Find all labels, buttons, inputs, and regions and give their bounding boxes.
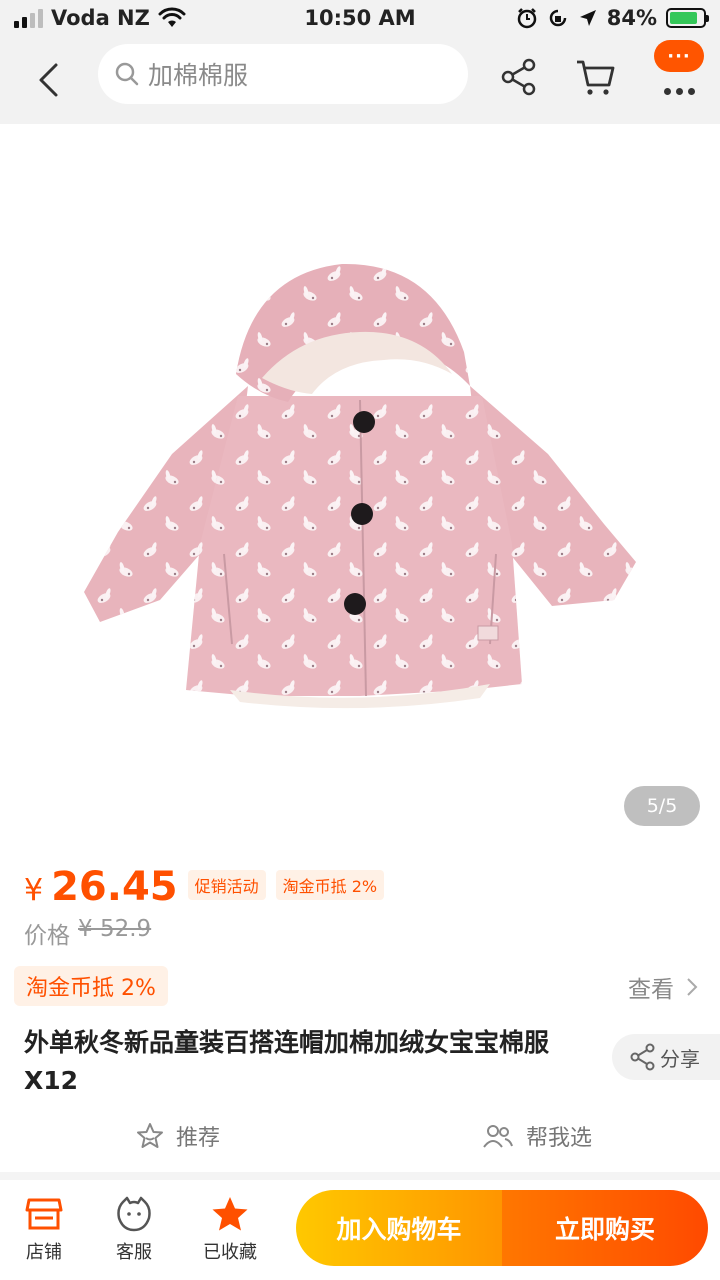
help-choose-button[interactable]: 帮我选 (482, 1120, 592, 1152)
share-label: 分享 (660, 1046, 700, 1071)
battery-icon (666, 8, 709, 28)
more-dot-icon (663, 87, 671, 95)
favorite-button[interactable]: 已收藏 (190, 1194, 270, 1264)
search-icon (115, 62, 139, 86)
cart-icon (577, 60, 615, 95)
share-product-button[interactable]: 分享 (612, 1034, 720, 1080)
cart-button[interactable] (570, 52, 620, 102)
help-choose-label: 帮我选 (526, 1126, 593, 1151)
customer-service-button[interactable]: 客服 (94, 1194, 174, 1264)
star-filled-icon (212, 1197, 248, 1231)
view-link[interactable]: 查看 (628, 970, 698, 1004)
product-image-gallery[interactable]: 5/5 (0, 124, 720, 844)
bottom-action-bar: 店铺 客服 已收藏 加入购物车 立即购买 (0, 1180, 720, 1280)
top-nav: 加棉棉服 ··· (0, 38, 720, 124)
recommend-label: 推荐 (176, 1126, 221, 1151)
share-button[interactable] (494, 52, 544, 102)
recommend-star-icon (137, 1123, 163, 1148)
recommend-button[interactable]: 推荐 (136, 1120, 220, 1152)
coin-discount-row[interactable]: 淘金币抵 2% 查看 (0, 962, 720, 1010)
coin-discount-badge: 淘金币抵 2% (14, 966, 168, 1006)
status-right: 84% (516, 6, 709, 30)
chevron-left-icon (39, 63, 58, 97)
search-query: 加棉棉服 (148, 61, 249, 90)
share-icon (630, 1043, 655, 1071)
original-price-row: 价格 ¥ 52.9 (24, 916, 151, 950)
buy-now-button[interactable]: 立即购买 (502, 1190, 708, 1266)
shop-icon (25, 1198, 63, 1230)
action-row: 推荐 帮我选 (0, 1112, 720, 1162)
add-to-cart-button[interactable]: 加入购物车 (296, 1190, 502, 1266)
back-button[interactable] (26, 56, 70, 104)
product-title: 外单秋冬新品童装百搭连帽加棉加绒女宝宝棉服 X12 (24, 1028, 550, 1095)
favorite-label: 已收藏 (203, 1242, 257, 1263)
alarm-icon (517, 8, 536, 29)
section-divider (0, 1172, 720, 1180)
share-icon (501, 58, 536, 96)
rotation-lock-icon (549, 9, 566, 27)
original-price-label: 价格 (24, 923, 70, 949)
promo-tag: 促销活动 (187, 870, 266, 900)
more-menu-button[interactable] (654, 76, 704, 106)
customer-service-label: 客服 (116, 1242, 152, 1263)
location-icon (579, 10, 596, 26)
more-dot-icon (687, 87, 695, 95)
search-input[interactable]: 加棉棉服 (98, 44, 468, 104)
people-icon (483, 1125, 513, 1148)
coin-discount-tag: 淘金币抵 2% (275, 870, 385, 900)
customer-service-icon (117, 1196, 151, 1232)
product-jacket-image (84, 263, 636, 709)
chevron-right-icon (687, 978, 698, 996)
shop-label: 店铺 (26, 1242, 62, 1263)
shop-button[interactable]: 店铺 (4, 1194, 84, 1264)
notification-badge: ··· (654, 40, 704, 72)
battery-percent: 84% (606, 6, 657, 30)
currency-symbol: ¥ (24, 873, 44, 908)
image-counter: 5/5 (624, 786, 700, 826)
more-dot-icon (675, 87, 683, 95)
status-bar: Voda NZ 10:50 AM 84% (0, 0, 720, 38)
view-label: 查看 (628, 977, 674, 1003)
original-price: ¥ 52.9 (78, 916, 152, 942)
current-price: 26.45 (51, 864, 178, 910)
price-row: ¥ 26.45 促销活动 淘金币抵 2% (24, 864, 385, 910)
